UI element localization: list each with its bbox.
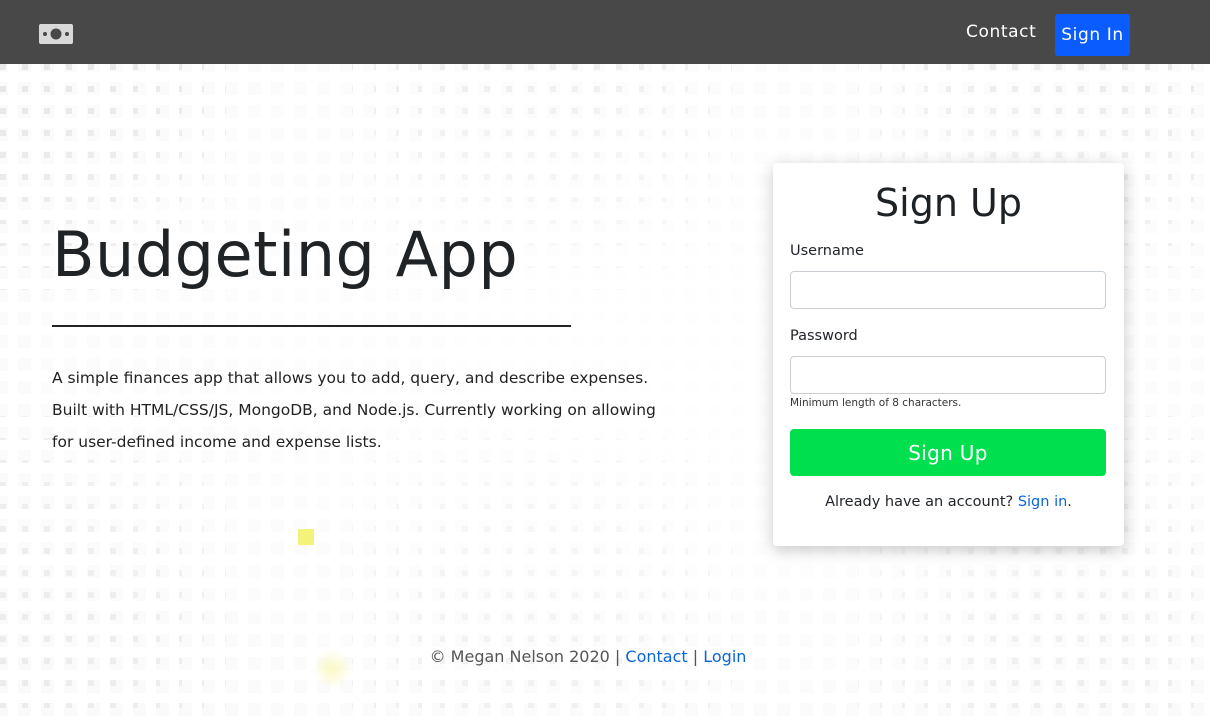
password-input[interactable] (790, 356, 1106, 394)
sign-up-title: Sign Up (875, 181, 1022, 225)
hero-title: Budgeting App (52, 218, 519, 291)
footer: © Megan Nelson 2020 | Contact | Login (0, 647, 1176, 666)
already-suffix: . (1067, 494, 1072, 510)
username-label: Username (790, 243, 864, 259)
money-bill-icon[interactable] (39, 22, 73, 46)
sign-in-link[interactable]: Sign in (1018, 494, 1067, 510)
sign-up-card: Sign Up Username Password Minimum length… (773, 163, 1124, 546)
password-hint: Minimum length of 8 characters. (790, 397, 962, 409)
nav-contact-link[interactable]: Contact (966, 22, 1036, 42)
footer-contact-link[interactable]: Contact (625, 647, 687, 666)
password-label: Password (790, 328, 858, 344)
top-navbar: Contact Sign In (0, 0, 1210, 64)
nav-sign-in-button[interactable]: Sign In (1055, 14, 1130, 56)
footer-login-link[interactable]: Login (703, 647, 746, 666)
sign-up-button[interactable]: Sign Up (790, 429, 1106, 476)
already-text: Already have an account? (825, 494, 1014, 510)
hero-description: A simple finances app that allows you to… (52, 369, 656, 451)
footer-separator: | (692, 647, 699, 666)
hero-divider (52, 325, 571, 327)
footer-copyright: © Megan Nelson 2020 | (429, 647, 621, 666)
already-have-account: Already have an account? Sign in. (773, 494, 1124, 510)
background-highlight-square (298, 529, 314, 545)
username-input[interactable] (790, 271, 1106, 309)
